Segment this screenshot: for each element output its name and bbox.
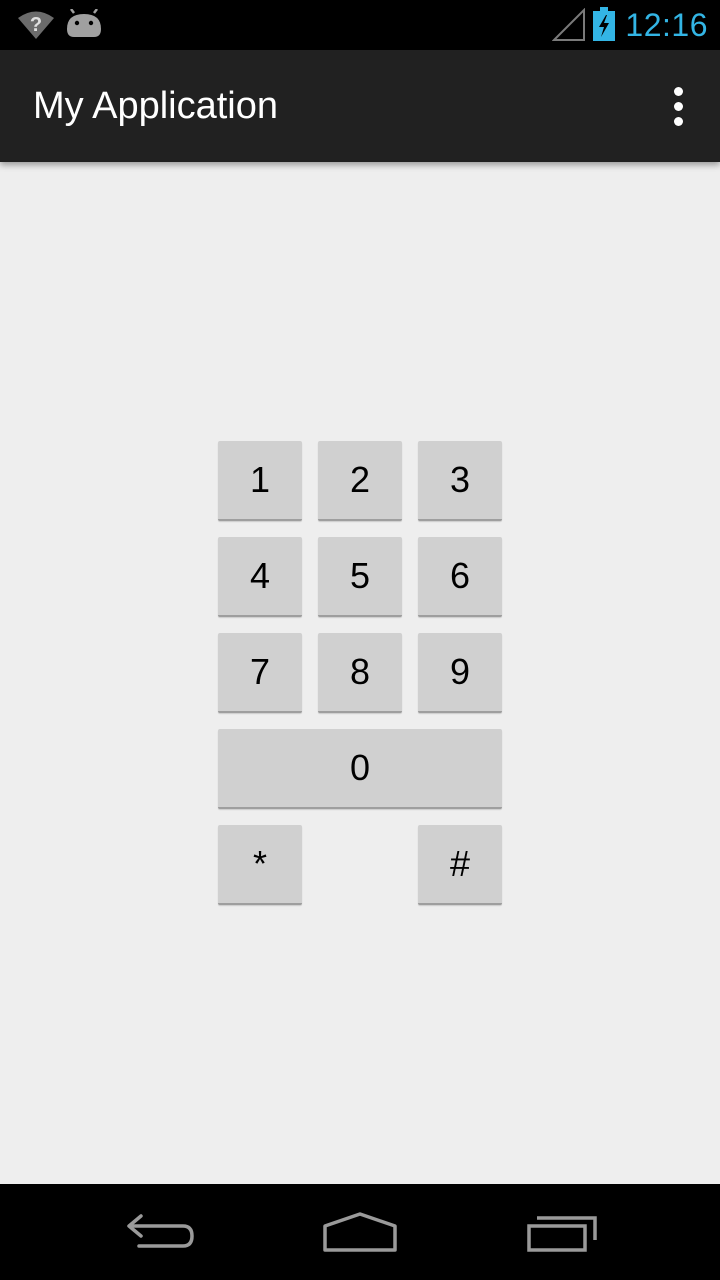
key-9[interactable]: 9 bbox=[418, 633, 502, 713]
screen: ? 12:16 My Application 1 2 3 4 5 6 7 8 9… bbox=[0, 0, 720, 1280]
overflow-menu-icon bbox=[673, 86, 683, 96]
key-5[interactable]: 5 bbox=[318, 537, 402, 617]
wifi-unknown-icon: ? bbox=[18, 11, 54, 39]
key-7[interactable]: 7 bbox=[218, 633, 302, 713]
svg-text:?: ? bbox=[30, 14, 42, 36]
key-hash[interactable]: # bbox=[418, 825, 502, 905]
overflow-menu-button[interactable] bbox=[650, 78, 706, 134]
home-icon bbox=[323, 1212, 397, 1252]
back-icon bbox=[127, 1214, 194, 1248]
key-2[interactable]: 2 bbox=[318, 441, 402, 521]
key-0[interactable]: 0 bbox=[218, 729, 502, 809]
overflow-dot bbox=[673, 116, 683, 126]
status-bar: ? 12:16 bbox=[0, 0, 720, 50]
action-bar: My Application bbox=[0, 50, 720, 162]
home-button[interactable] bbox=[315, 1202, 405, 1262]
key-star[interactable]: * bbox=[218, 825, 302, 905]
app-title: My Application bbox=[33, 85, 279, 127]
keypad: 1 2 3 4 5 6 7 8 9 0 * # bbox=[218, 441, 502, 905]
content-area: 1 2 3 4 5 6 7 8 9 0 * # bbox=[0, 162, 720, 1184]
key-3[interactable]: 3 bbox=[418, 441, 502, 521]
battery-charging-icon bbox=[593, 7, 615, 41]
back-button[interactable] bbox=[115, 1202, 205, 1262]
signal-empty-icon bbox=[552, 8, 585, 41]
key-6[interactable]: 6 bbox=[418, 537, 502, 617]
overflow-dot bbox=[673, 101, 683, 111]
key-1[interactable]: 1 bbox=[218, 441, 302, 521]
status-clock: 12:16 bbox=[625, 7, 708, 43]
key-4[interactable]: 4 bbox=[218, 537, 302, 617]
recents-button[interactable] bbox=[515, 1202, 605, 1262]
recents-icon bbox=[527, 1216, 597, 1252]
android-debug-icon bbox=[67, 9, 101, 37]
navigation-bar bbox=[0, 1184, 720, 1280]
key-8[interactable]: 8 bbox=[318, 633, 402, 713]
